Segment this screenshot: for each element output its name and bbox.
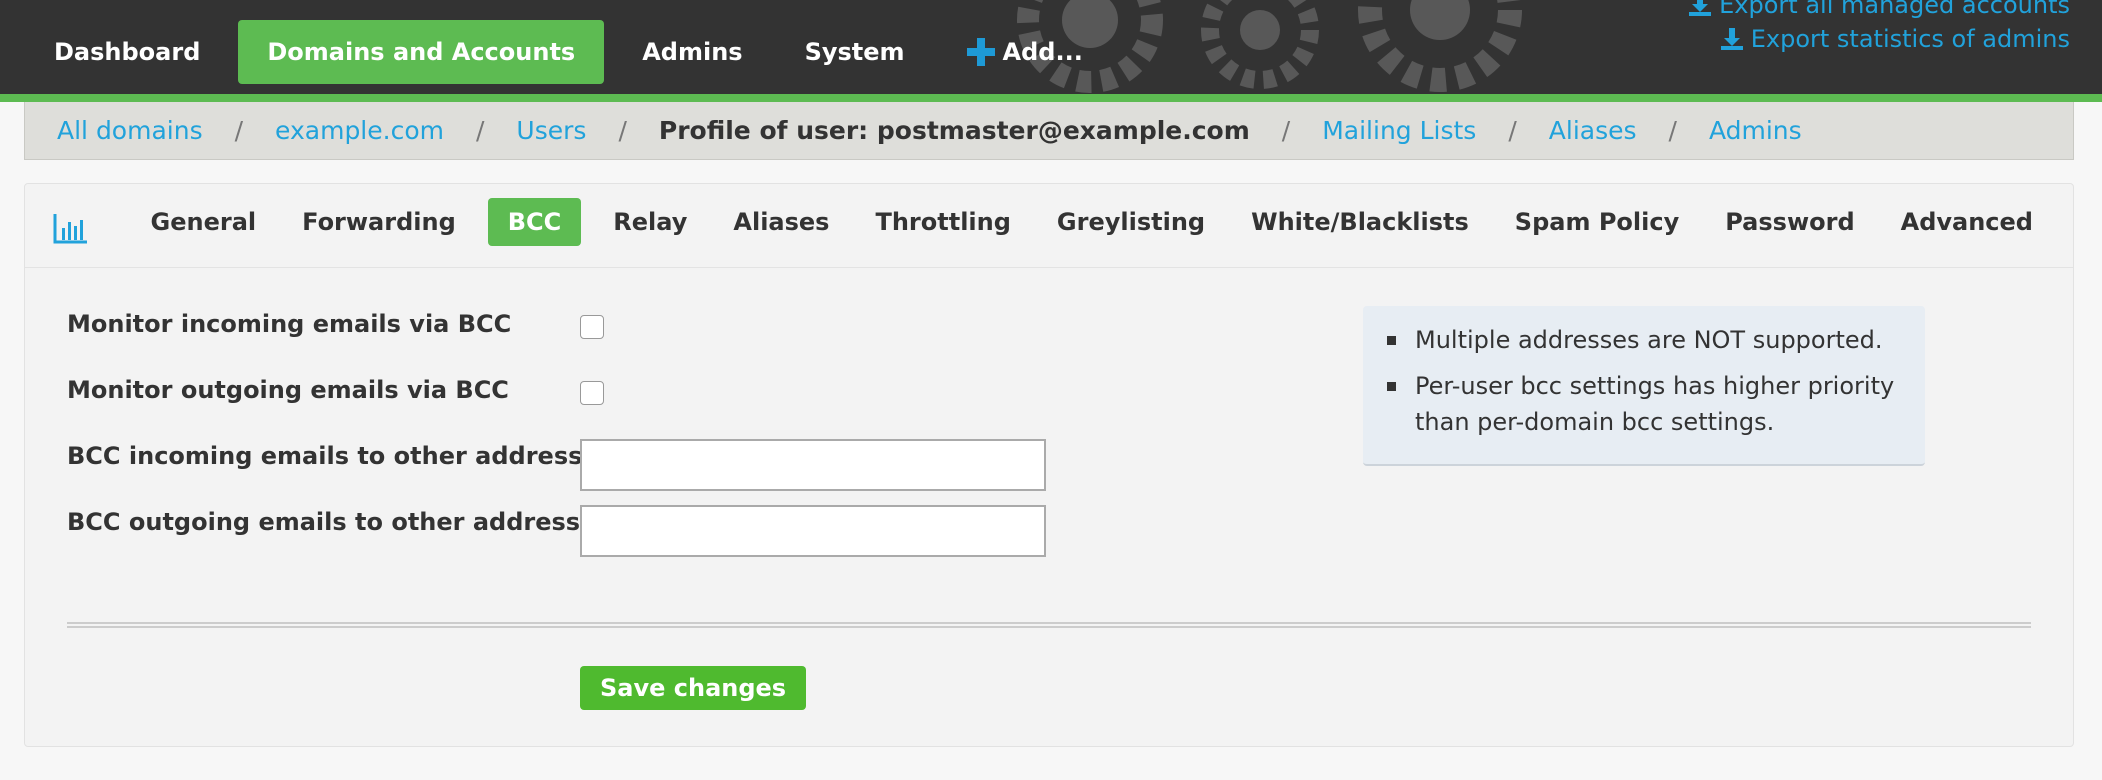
notice-item: Multiple addresses are NOT supported. (1383, 322, 1905, 358)
profile-tabs: General Forwarding BCC Relay Aliases Thr… (119, 198, 2047, 246)
top-header: Dashboard Domains and Accounts Admins Sy… (0, 0, 2102, 94)
tab-password[interactable]: Password (1711, 198, 1868, 246)
bcc-outgoing-label: BCC outgoing emails to other address (67, 508, 581, 536)
monitor-incoming-label: Monitor incoming emails via BCC (67, 310, 512, 338)
bcc-incoming-label: BCC incoming emails to other address (67, 442, 583, 470)
bcc-info-notice: Multiple addresses are NOT supported. Pe… (1363, 306, 1925, 466)
header-accent-line (0, 94, 2102, 102)
breadcrumb-all-domains[interactable]: All domains (57, 116, 203, 145)
tab-general[interactable]: General (137, 198, 271, 246)
breadcrumb-separator: / (475, 116, 485, 145)
nav-dashboard[interactable]: Dashboard (30, 20, 224, 84)
bcc-incoming-address-input[interactable] (580, 439, 1046, 491)
main-nav: Dashboard Domains and Accounts Admins Sy… (30, 20, 1121, 84)
notice-list: Multiple addresses are NOT supported. Pe… (1383, 322, 1905, 440)
export-links: Export all managed accounts Export stati… (1687, 0, 2070, 56)
tab-bcc[interactable]: BCC (487, 198, 582, 246)
tab-white-blacklists[interactable]: White/Blacklists (1237, 198, 1483, 246)
monitor-incoming-checkbox[interactable] (580, 315, 604, 339)
breadcrumb-current-profile: Profile of user: postmaster@example.com (658, 116, 1250, 145)
notice-item: Per-user bcc settings has higher priorit… (1383, 368, 1905, 440)
nav-add[interactable]: Add... (943, 20, 1107, 84)
export-all-accounts-link[interactable]: Export all managed accounts (1687, 0, 2070, 22)
monitor-outgoing-checkbox[interactable] (580, 381, 604, 405)
breadcrumb-separator: / (234, 116, 244, 145)
breadcrumb-users[interactable]: Users (516, 116, 586, 145)
nav-admins[interactable]: Admins (618, 20, 766, 84)
download-icon (1689, 0, 1712, 16)
breadcrumb: All domains / example.com / Users / Prof… (24, 102, 2074, 160)
breadcrumb-separator: / (618, 116, 627, 145)
nav-domains-and-accounts[interactable]: Domains and Accounts (238, 20, 605, 84)
export-admin-stats-label: Export statistics of admins (1750, 25, 2070, 53)
breadcrumb-domain[interactable]: example.com (275, 116, 444, 145)
nav-system[interactable]: System (781, 20, 929, 84)
breadcrumb-separator: / (1668, 116, 1677, 145)
bar-chart-icon[interactable] (53, 212, 89, 244)
breadcrumb-mailing-lists[interactable]: Mailing Lists (1322, 116, 1476, 145)
export-all-accounts-label: Export all managed accounts (1719, 0, 2070, 19)
breadcrumb-admins[interactable]: Admins (1709, 116, 1802, 145)
tab-advanced[interactable]: Advanced (1887, 198, 2047, 246)
tab-forwarding[interactable]: Forwarding (288, 198, 470, 246)
tab-throttling[interactable]: Throttling (861, 198, 1024, 246)
save-changes-button[interactable]: Save changes (580, 666, 807, 710)
nav-add-label: Add... (1002, 38, 1083, 66)
form-divider (67, 622, 2031, 628)
profile-panel: General Forwarding BCC Relay Aliases Thr… (24, 183, 2074, 747)
breadcrumb-aliases[interactable]: Aliases (1549, 116, 1637, 145)
export-admin-stats-link[interactable]: Export statistics of admins (1687, 22, 2070, 56)
monitor-outgoing-label: Monitor outgoing emails via BCC (67, 376, 509, 404)
tab-spam-policy[interactable]: Spam Policy (1501, 198, 1693, 246)
tab-aliases[interactable]: Aliases (719, 198, 843, 246)
tab-greylisting[interactable]: Greylisting (1043, 198, 1219, 246)
breadcrumb-separator: / (1281, 116, 1291, 145)
profile-tabs-bar: General Forwarding BCC Relay Aliases Thr… (25, 184, 2073, 268)
plus-icon (966, 38, 995, 66)
tab-relay[interactable]: Relay (599, 198, 701, 246)
bcc-outgoing-address-input[interactable] (580, 505, 1046, 557)
breadcrumb-separator: / (1508, 116, 1517, 145)
download-icon (1720, 28, 1743, 50)
